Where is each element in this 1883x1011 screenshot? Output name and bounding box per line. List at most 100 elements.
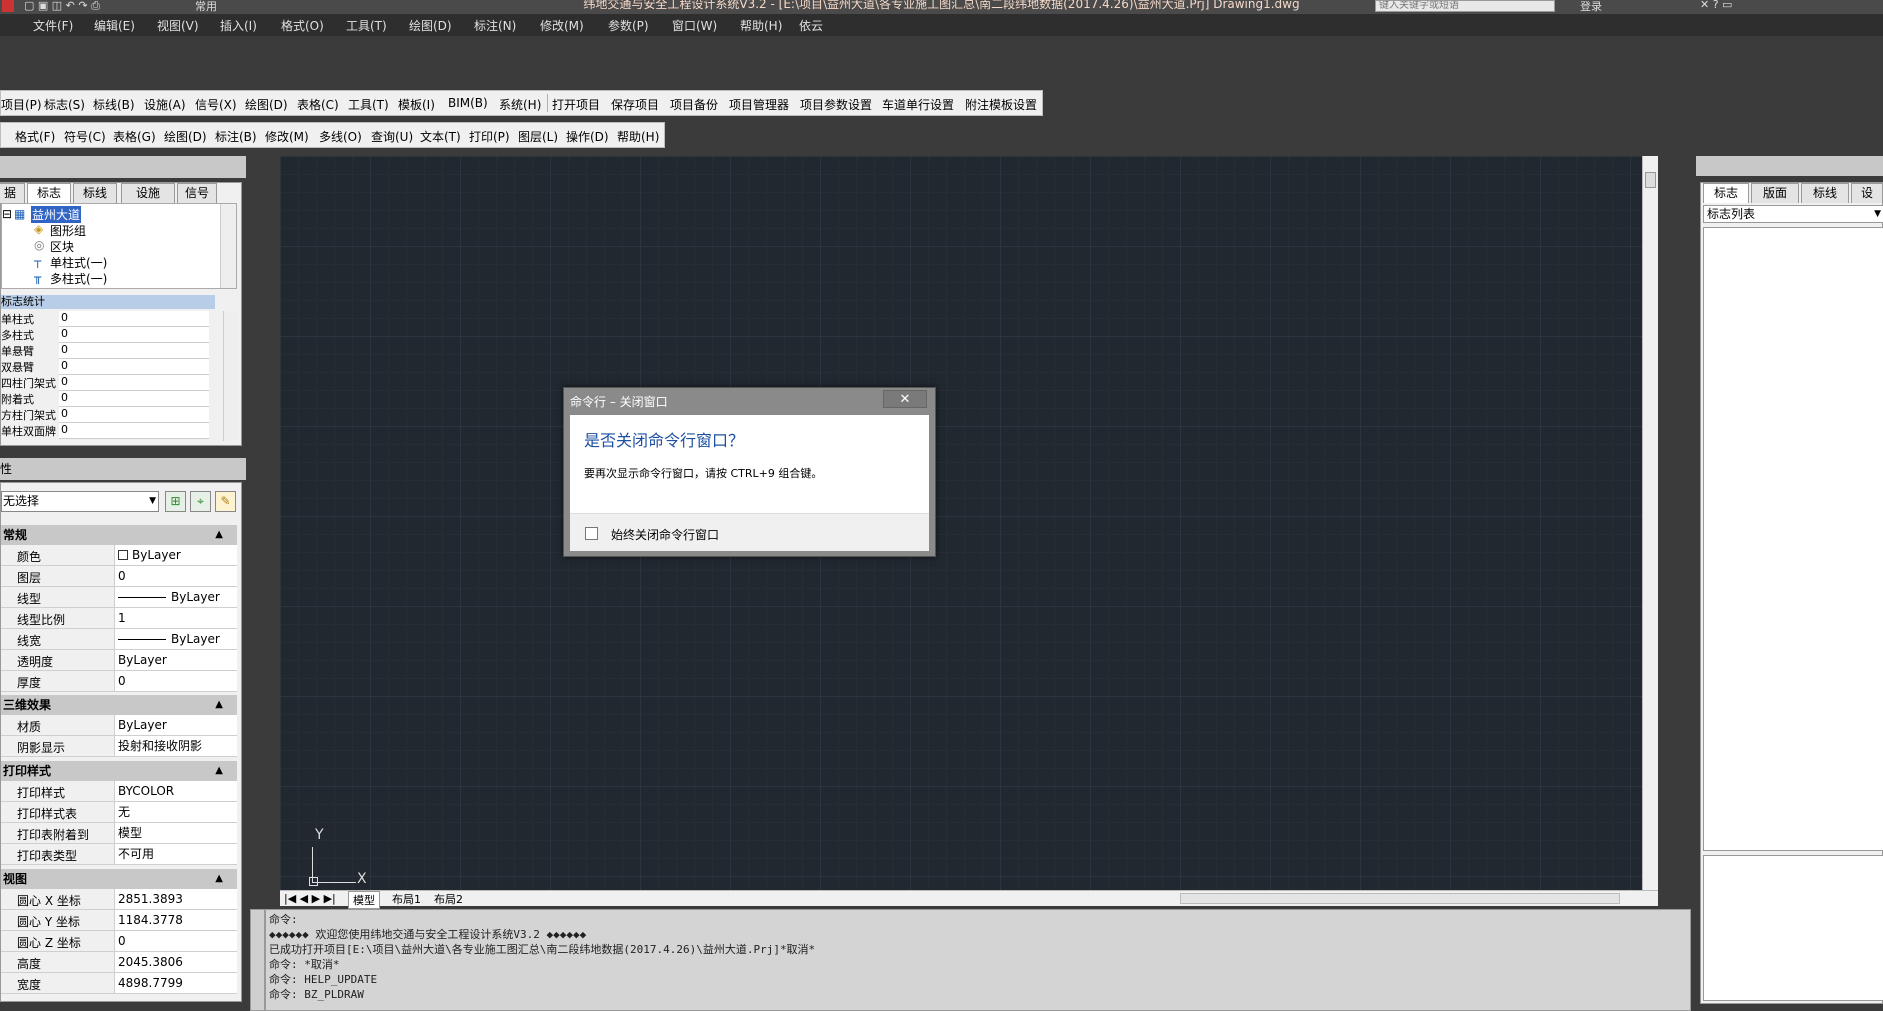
section-plot-style[interactable]: 打印样式 ▲ (1, 761, 237, 781)
tb1-sign[interactable]: 标志(S) (44, 96, 85, 113)
tb1-tools[interactable]: 工具(T) (348, 96, 389, 113)
app-icon[interactable] (2, 0, 14, 12)
tb2-dimension[interactable]: 标注(B) (215, 128, 257, 145)
command-grip[interactable] (250, 909, 265, 1011)
prop-row[interactable]: 打印表类型 不可用 (1, 844, 237, 865)
select-objects-icon[interactable]: ⌖ (190, 491, 211, 512)
menu-yiyun[interactable]: 依云 (799, 17, 823, 34)
menu-modify[interactable]: 修改(M) (540, 17, 584, 34)
tb1-facility[interactable]: 设施(A) (144, 96, 186, 113)
tb2-multiline[interactable]: 多线(O) (319, 128, 362, 145)
prop-linetype-value[interactable]: ByLayer (114, 587, 237, 607)
stats-header[interactable]: 标志统计 (1, 295, 215, 309)
tab-right-facility[interactable]: 设 (1851, 183, 1883, 203)
selection-dropdown[interactable]: 无选择 ▼ (1, 491, 159, 512)
quick-select-icon[interactable]: ✎ (215, 491, 236, 512)
menu-help[interactable]: 帮助(H) (740, 17, 782, 34)
command-window[interactable]: 命令: ◆◆◆◆◆◆ 欢迎您使用纬地交通与安全工程设计系统V3.2 ◆◆◆◆◆◆… (265, 909, 1691, 1011)
menu-insert[interactable]: 插入(I) (220, 17, 257, 34)
prop-lineweight-value[interactable]: ByLayer (114, 629, 237, 649)
tb1-note-template[interactable]: 附注模板设置 (965, 96, 1037, 113)
sign-list-dropdown[interactable]: 标志列表 ▼ (1703, 205, 1883, 223)
prop-row[interactable]: 圆心 X 坐标 2851.3893 (1, 889, 237, 910)
tb2-modify[interactable]: 修改(M) (265, 128, 309, 145)
section-general[interactable]: 常规 ▲ (1, 525, 237, 545)
tb2-format[interactable]: 格式(F) (15, 128, 55, 145)
menu-tools[interactable]: 工具(T) (346, 17, 387, 34)
tb1-save-project[interactable]: 保存项目 (611, 96, 659, 113)
menu-parameter[interactable]: 参数(P) (608, 17, 649, 34)
menu-file[interactable]: 文件(F) (33, 17, 73, 34)
tab-sign[interactable]: 标志 (27, 183, 71, 203)
tree-item-multi-post[interactable]: 多柱式(一) (50, 270, 107, 287)
sign-list[interactable] (1703, 227, 1883, 851)
tab-nav-arrows-icon[interactable]: |◀ ◀ ▶ ▶| (284, 892, 336, 905)
stats-scrollbar[interactable] (223, 311, 237, 441)
menu-window[interactable]: 窗口(W) (672, 17, 717, 34)
prop-row[interactable]: 宽度 4898.7799 (1, 973, 237, 994)
workspace-combo[interactable]: 常用 (195, 0, 217, 14)
prop-row[interactable]: 打印样式表无 (1, 802, 237, 823)
menu-edit[interactable]: 编辑(E) (94, 17, 135, 34)
prop-row[interactable]: 线型比例 1 (1, 608, 237, 629)
prop-row[interactable]: 厚度 0 (1, 671, 237, 692)
canvas-vertical-scrollbar[interactable] (1642, 156, 1658, 890)
tb2-query[interactable]: 查询(U) (371, 128, 413, 145)
canvas-horizontal-scrollbar[interactable] (1180, 893, 1620, 904)
prop-row[interactable]: 圆心 Y 坐标 1184.3778 (1, 910, 237, 931)
tb1-draw[interactable]: 绘图(D) (245, 96, 288, 113)
tb2-print[interactable]: 打印(P) (469, 128, 510, 145)
window-controls[interactable]: ✕ ? ▭ (1700, 0, 1732, 11)
menu-format[interactable]: 格式(O) (281, 17, 324, 34)
tab-right-sign[interactable]: 标志 (1703, 183, 1749, 203)
tb1-project[interactable]: 项目(P) (1, 96, 42, 113)
prop-row[interactable]: 材质 ByLayer (1, 715, 237, 736)
tb1-lane-settings[interactable]: 车道单行设置 (882, 96, 954, 113)
tb2-table[interactable]: 表格(G) (113, 128, 156, 145)
prop-row[interactable]: 线型 ByLayer (1, 587, 237, 608)
tab-right-layout[interactable]: 版面 (1751, 183, 1799, 203)
menu-dimension[interactable]: 标注(N) (474, 17, 516, 34)
section-view[interactable]: 视图 ▲ (1, 869, 237, 889)
prop-row[interactable]: 高度 2045.3806 (1, 952, 237, 973)
tab-model[interactable]: 模型 (348, 891, 380, 909)
always-close-label[interactable]: 始终关闭命令行窗口 (611, 526, 719, 543)
tb1-signal[interactable]: 信号(X) (195, 96, 237, 113)
prop-row[interactable]: 圆心 Z 坐标 0 (1, 931, 237, 952)
tree-root-yizhou[interactable]: 益州大道 (31, 206, 82, 223)
tab-marking[interactable]: 标线 (73, 183, 117, 203)
signin-link[interactable]: 登录 (1580, 0, 1602, 14)
tree-scrollbar[interactable] (220, 204, 236, 288)
tab-layout1[interactable]: 布局1 (388, 891, 425, 907)
always-close-checkbox[interactable] (585, 527, 598, 540)
tb1-project-manager[interactable]: 项目管理器 (729, 96, 789, 113)
prop-row[interactable]: 透明度 ByLayer (1, 650, 237, 671)
prop-row[interactable]: 线宽 ByLayer (1, 629, 237, 650)
tab-layout2[interactable]: 布局2 (430, 891, 467, 907)
tb1-table[interactable]: 表格(C) (297, 96, 339, 113)
tab-facility[interactable]: 设施 (121, 183, 175, 203)
menu-draw[interactable]: 绘图(D) (409, 17, 452, 34)
tb2-text[interactable]: 文本(T) (420, 128, 461, 145)
menu-view[interactable]: 视图(V) (157, 17, 199, 34)
quick-access-icons[interactable]: ▢ ▣ ◫ ↶ ↷ ⎙ (24, 0, 100, 13)
prop-row[interactable]: 阴影显示 投射和接收阴影 (1, 736, 237, 757)
scroll-thumb[interactable] (1645, 172, 1656, 188)
tb1-project-params[interactable]: 项目参数设置 (800, 96, 872, 113)
prop-row[interactable]: 图层 0 (1, 566, 237, 587)
tb1-system[interactable]: 系统(H) (499, 96, 541, 113)
tb2-symbol[interactable]: 符号(C) (64, 128, 106, 145)
tree-expand-icon[interactable]: ⊟ (2, 207, 12, 221)
tb2-draw[interactable]: 绘图(D) (164, 128, 207, 145)
tab-right-marking[interactable]: 标线 (1801, 183, 1849, 203)
tb1-open-project[interactable]: 打开项目 (552, 96, 600, 113)
tab-signal[interactable]: 信号 (177, 183, 217, 203)
tree-item-single-post[interactable]: 单柱式(一) (50, 254, 107, 271)
dialog-close-button[interactable]: ✕ (883, 390, 927, 408)
prop-color-value[interactable]: ByLayer (114, 545, 237, 565)
tree-item-block[interactable]: 区块 (50, 238, 74, 255)
tb2-layer[interactable]: 图层(L) (518, 128, 558, 145)
tb2-help[interactable]: 帮助(H) (617, 128, 659, 145)
search-input[interactable]: 键入关键字或短语 (1375, 0, 1555, 12)
tb1-template[interactable]: 模板(I) (398, 96, 435, 113)
